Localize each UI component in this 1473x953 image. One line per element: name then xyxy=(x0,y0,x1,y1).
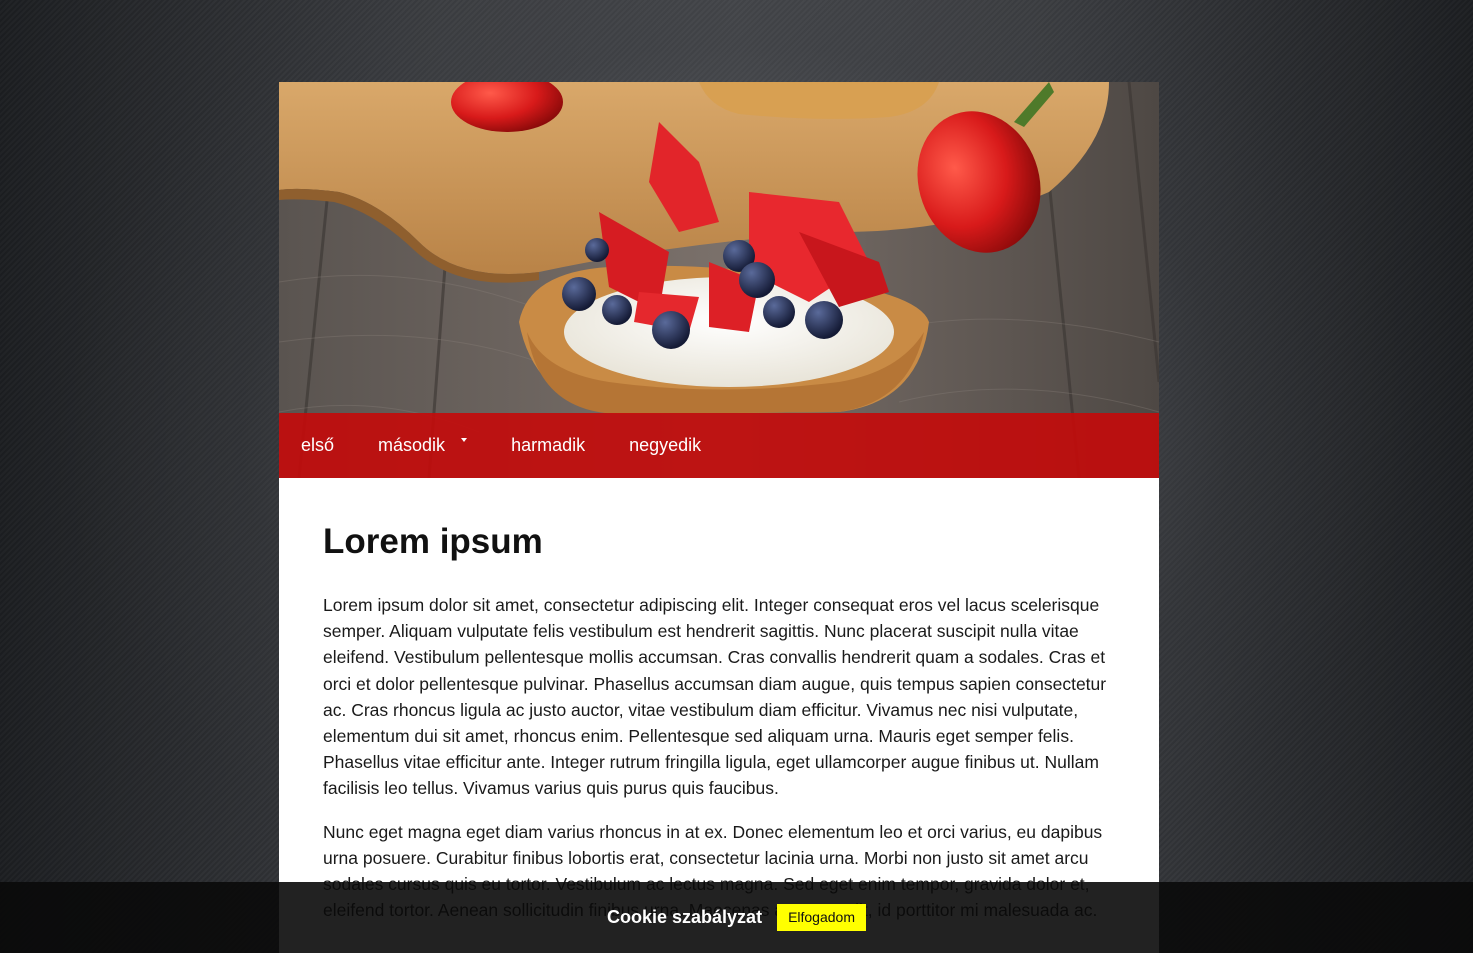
cookie-policy-text: Cookie szabályzat xyxy=(607,907,763,927)
nav-item-first[interactable]: első xyxy=(279,413,356,478)
page-container: első második harmadik negyedik Lorem ips… xyxy=(279,82,1159,953)
caret-down-icon xyxy=(461,438,468,443)
nav-item-fourth[interactable]: negyedik xyxy=(607,413,723,478)
paragraph: Lorem ipsum dolor sit amet, consectetur … xyxy=(323,595,1107,799)
nav-item-label: második xyxy=(378,435,446,455)
main-content: Lorem ipsum Lorem ipsum dolor sit amet, … xyxy=(323,478,1119,923)
nav-item-third[interactable]: harmadik xyxy=(489,413,607,478)
nav-item-label: harmadik xyxy=(511,435,586,455)
page-title: Lorem ipsum xyxy=(323,522,543,561)
nav-item-label: negyedik xyxy=(629,435,702,455)
accept-cookies-button[interactable]: Elfogadom xyxy=(777,904,866,931)
nav-item-label: első xyxy=(301,435,335,455)
cookie-banner: Cookie szabályzat Elfogadom xyxy=(0,882,1473,953)
nav-item-second[interactable]: második xyxy=(356,413,489,478)
main-nav: első második harmadik negyedik xyxy=(279,413,1159,478)
